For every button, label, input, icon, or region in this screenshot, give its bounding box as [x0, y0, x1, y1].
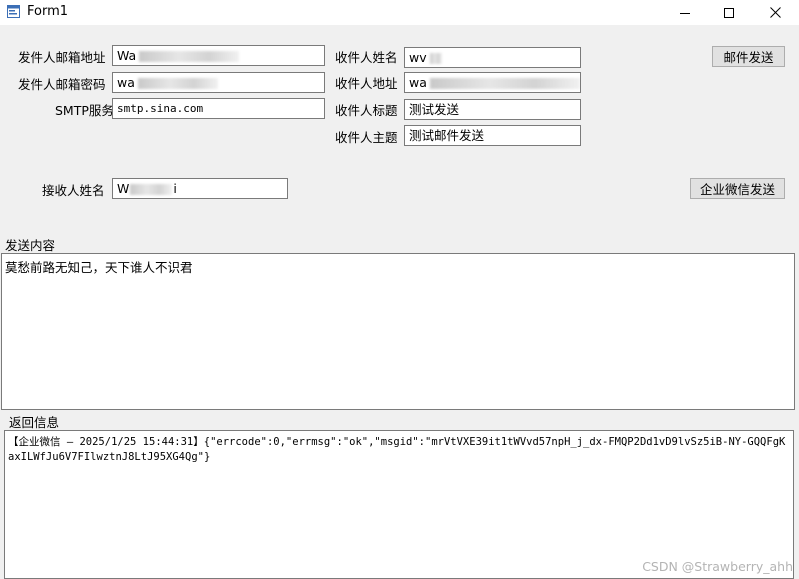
recipient-subject-label: 收件人主题 — [335, 130, 398, 145]
send-wechat-button[interactable]: 企业微信发送 — [690, 178, 785, 199]
minimize-button[interactable] — [662, 0, 708, 25]
recipient-title-value: 测试发送 — [409, 102, 460, 117]
close-icon — [769, 7, 781, 18]
result-label: 返回信息 — [9, 415, 60, 430]
send-email-button[interactable]: 邮件发送 — [712, 46, 785, 67]
title-bar: Form1 — [0, 0, 799, 25]
recipient-name-value: wv — [409, 50, 427, 65]
recipient-address-value: wa — [409, 75, 427, 90]
result-text: 【企业微信 — 2025/1/25 15:44:31】{"errcode":0,… — [8, 436, 786, 463]
recipient-name-label: 收件人姓名 — [335, 50, 398, 65]
sender-password-field[interactable]: wa — [112, 72, 325, 93]
recipient-subject-field[interactable]: 测试邮件发送 — [404, 125, 581, 146]
redacted-blur — [130, 184, 173, 195]
window-title: Form1 — [27, 4, 69, 19]
content-textarea[interactable]: 莫愁前路无知己，天下谁人不识君 — [1, 253, 795, 410]
maximize-icon — [724, 7, 734, 18]
maximize-button[interactable] — [706, 0, 752, 25]
smtp-field[interactable]: smtp.sina.com — [112, 98, 325, 119]
watermark: CSDN @Strawberry_ahh — [642, 559, 793, 574]
sender-password-value: wa — [117, 75, 135, 90]
recipient-name-field[interactable]: wv — [404, 47, 581, 68]
form-app-icon — [7, 5, 20, 18]
smtp-label: SMTP服务 — [55, 103, 114, 118]
redacted-blur — [429, 78, 580, 89]
recipient-address-field[interactable]: wa — [404, 72, 581, 93]
redacted-blur — [139, 51, 240, 62]
minimize-icon — [680, 12, 690, 14]
receiver-name-suffix: i — [173, 181, 177, 196]
recipient-title-label: 收件人标题 — [335, 103, 398, 118]
result-textarea[interactable]: 【企业微信 — 2025/1/25 15:44:31】{"errcode":0,… — [4, 430, 794, 579]
receiver-name-field[interactable]: Wi — [112, 178, 288, 199]
receiver-name-label: 接收人姓名 — [42, 183, 105, 198]
sender-email-field[interactable]: Wa — [112, 45, 325, 66]
redacted-blur — [429, 53, 442, 64]
recipient-subject-value: 测试邮件发送 — [409, 128, 485, 143]
smtp-value: smtp.sina.com — [117, 102, 204, 115]
sender-email-value: Wa — [117, 48, 137, 63]
recipient-address-label: 收件人地址 — [335, 76, 398, 91]
sender-password-label: 发件人邮箱密码 — [18, 77, 106, 92]
recipient-title-field[interactable]: 测试发送 — [404, 99, 581, 120]
content-label: 发送内容 — [5, 238, 56, 253]
close-button[interactable] — [752, 0, 798, 25]
receiver-name-prefix: W — [117, 181, 130, 196]
redacted-blur — [137, 78, 218, 89]
sender-email-label: 发件人邮箱地址 — [18, 50, 106, 65]
content-text: 莫愁前路无知己，天下谁人不识君 — [5, 260, 193, 275]
